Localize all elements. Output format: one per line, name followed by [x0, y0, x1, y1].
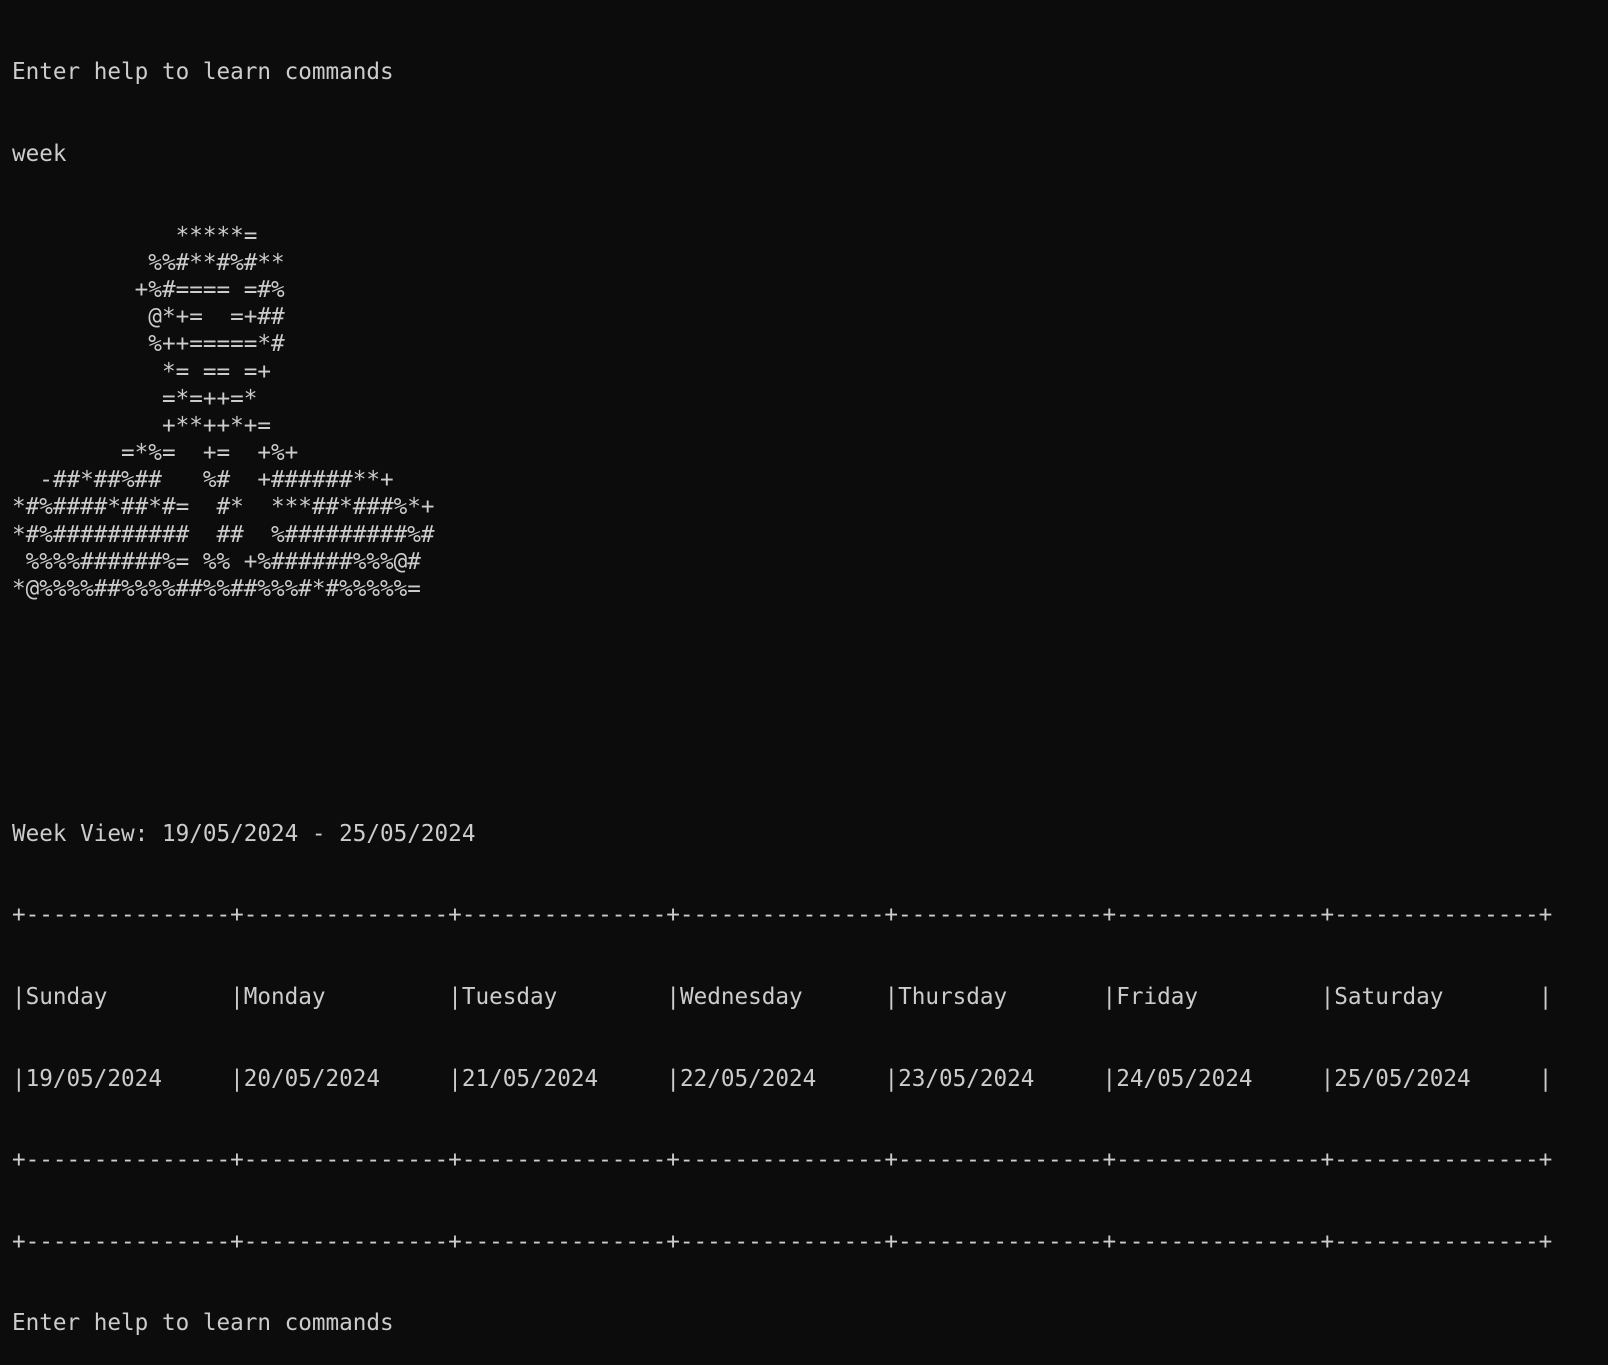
ascii-art-line: @*+= =+##: [12, 304, 285, 331]
table-cell-separator: |: [448, 984, 462, 1010]
terminal-output[interactable]: Enter help to learn commands week *****=…: [12, 5, 1552, 1365]
table-border-top: +---------------+---------------+-------…: [12, 902, 1553, 929]
ascii-art-line: +**++*+=: [12, 412, 271, 439]
ascii-art-line: +%#==== =#%: [12, 276, 285, 303]
table-row-day-names: |Sunday |Monday |Tuesday |Wednesday |Thu…: [12, 984, 1552, 1011]
table-cell-separator: |: [1538, 984, 1553, 1010]
help-prompt-top: Enter help to learn commands: [12, 59, 394, 86]
day-date-cell: 23/05/2024: [898, 1065, 1103, 1092]
ascii-art-line: -##*##%## %# +######**+: [12, 467, 394, 494]
day-name-cell: Friday: [1116, 984, 1321, 1010]
table-cell-separator: |: [1320, 1065, 1335, 1092]
ascii-art-line: *= == =+: [12, 358, 271, 385]
table-border-bottom: +---------------+---------------+-------…: [12, 1228, 1553, 1255]
table-cell-separator: |: [230, 1065, 244, 1092]
table-cell-separator: |: [1538, 1065, 1553, 1092]
day-date-cell: 24/05/2024: [1116, 1065, 1321, 1092]
ascii-art-line: =*%= += +%+: [12, 440, 299, 467]
ascii-art-line: =*=++=*: [12, 385, 258, 412]
day-name-cell: Saturday: [1334, 984, 1539, 1010]
ascii-art-line: %++=====*#: [12, 331, 285, 358]
day-name-cell: Monday: [243, 984, 449, 1010]
ascii-art-line: %%#**#%#**: [12, 249, 285, 276]
day-date-cell: 21/05/2024: [461, 1065, 667, 1092]
day-date-cell: 25/05/2024: [1334, 1065, 1539, 1092]
help-prompt-bottom: Enter help to learn commands: [12, 1310, 394, 1337]
table-cell-separator: |: [12, 1065, 26, 1092]
ascii-art-logo: *****= %%#**#%#** +%#==== =#% @*+= =+## …: [12, 223, 1552, 604]
table-cell-separator: |: [666, 1065, 680, 1092]
day-date-cell: 22/05/2024: [679, 1065, 885, 1092]
ascii-art-line: *#%####*##*#= #* ***##*###%*+: [12, 494, 435, 521]
table-cell-separator: |: [884, 984, 899, 1010]
day-name-cell: Wednesday: [679, 984, 885, 1010]
table-cell-separator: |: [884, 1065, 899, 1092]
day-name-cell: Sunday: [25, 984, 231, 1010]
table-cell-separator: |: [666, 984, 680, 1010]
table-cell-separator: |: [12, 984, 26, 1010]
table-cell-separator: |: [1102, 1065, 1117, 1092]
table-border-middle: +---------------+---------------+-------…: [12, 1147, 1553, 1174]
ascii-art-line: *@%%%%##%%%%##%%##%%%#*#%%%%%=: [12, 576, 421, 603]
table-row-dates: |19/05/2024 |20/05/2024 |21/05/2024 |22/…: [12, 1066, 1552, 1093]
ascii-art-line: %%%%######%= %% +%######%%%@#: [12, 548, 421, 575]
day-date-cell: 19/05/2024: [25, 1065, 231, 1092]
day-date-cell: 20/05/2024: [243, 1065, 449, 1092]
table-cell-separator: |: [1102, 984, 1117, 1010]
day-name-cell: Tuesday: [461, 984, 667, 1010]
table-cell-separator: |: [230, 984, 244, 1010]
table-cell-separator: |: [448, 1065, 462, 1092]
day-name-cell: Thursday: [898, 984, 1103, 1010]
ascii-art-line: *#%########## ## %#########%#: [12, 521, 435, 548]
week-view-title: Week View: 19/05/2024 - 25/05/2024: [12, 820, 476, 847]
entered-command: week: [12, 141, 67, 167]
table-cell-separator: |: [1320, 984, 1335, 1010]
ascii-art-line: *****=: [12, 222, 258, 249]
